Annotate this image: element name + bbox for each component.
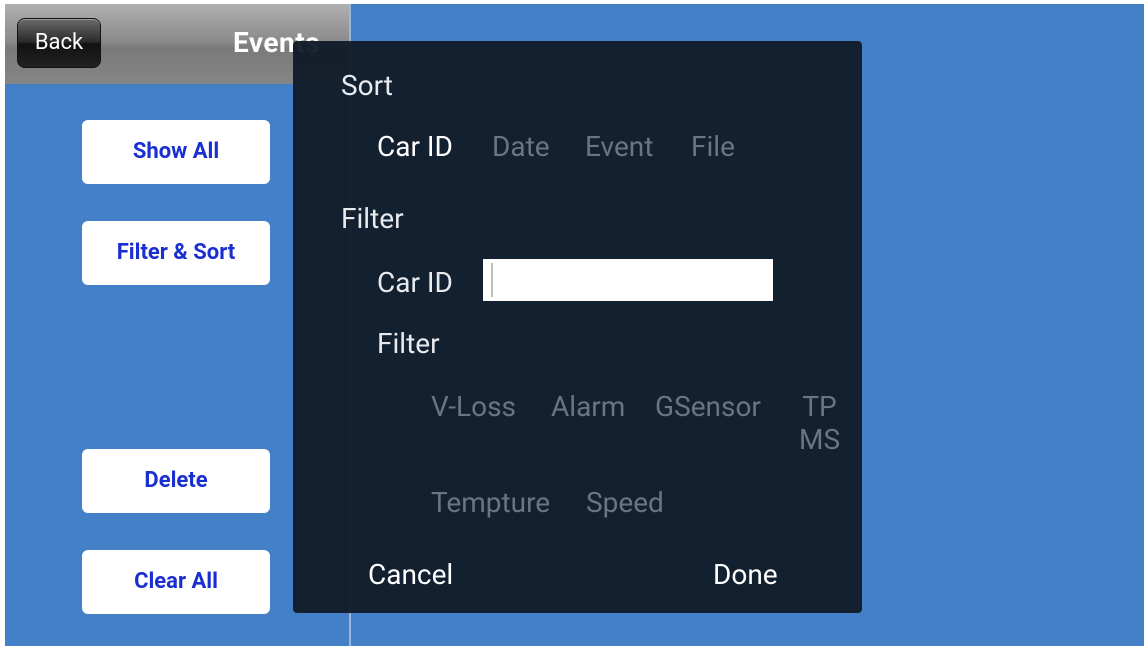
filter-option-gsensor[interactable]: GSensor	[655, 390, 761, 423]
sort-option-date[interactable]: Date	[492, 130, 550, 163]
done-button[interactable]: Done	[713, 558, 778, 591]
sort-option-car-id[interactable]: Car ID	[377, 130, 453, 163]
show-all-button[interactable]: Show All	[82, 120, 270, 184]
cancel-button[interactable]: Cancel	[368, 558, 453, 591]
car-id-label: Car ID	[377, 266, 453, 299]
back-button[interactable]: Back	[17, 18, 101, 68]
sort-heading: Sort	[341, 69, 393, 102]
car-id-input[interactable]	[483, 259, 773, 301]
filter-option-alarm[interactable]: Alarm	[551, 390, 625, 423]
clear-all-button[interactable]: Clear All	[82, 550, 270, 614]
sort-option-file[interactable]: File	[691, 130, 735, 163]
filter-option-tempture[interactable]: Tempture	[431, 486, 550, 519]
filter-option-v-loss[interactable]: V-Loss	[431, 390, 516, 423]
filter-sort-dialog: Sort Car ID Date Event File Filter Car I…	[293, 41, 862, 613]
app-screen: Back Events Show All Filter & Sort Delet…	[5, 4, 1144, 646]
sort-option-event[interactable]: Event	[585, 130, 653, 163]
delete-button[interactable]: Delete	[82, 449, 270, 513]
filter-heading: Filter	[341, 202, 404, 235]
filter-label: Filter	[377, 327, 440, 360]
filter-sort-button[interactable]: Filter & Sort	[82, 221, 270, 285]
filter-option-speed[interactable]: Speed	[586, 486, 664, 519]
text-cursor	[491, 263, 493, 297]
filter-option-tpms[interactable]: TP MS	[799, 390, 840, 456]
